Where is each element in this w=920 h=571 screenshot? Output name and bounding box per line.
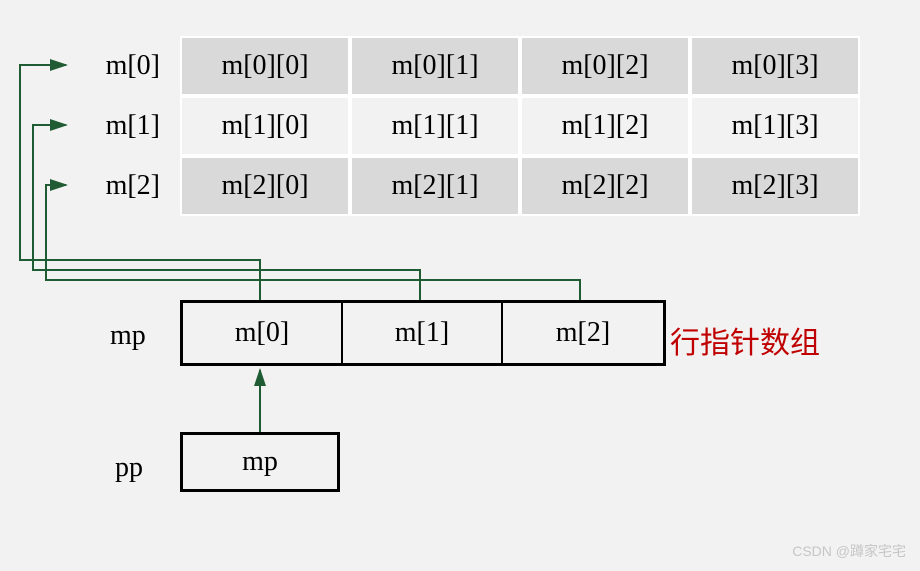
matrix-cell: m[1][3] (690, 96, 860, 156)
pp-box: mp (180, 432, 340, 492)
matrix-cell: m[0][2] (520, 36, 690, 96)
mp-cell: m[1] (343, 303, 503, 363)
row-label-1: m[1] (70, 110, 160, 142)
matrix-cell: m[1][2] (520, 96, 690, 156)
mp-array: m[0] m[1] m[2] (180, 300, 666, 366)
matrix-cell: m[2][1] (350, 156, 520, 216)
mp-cell: m[2] (503, 303, 663, 363)
matrix-cell: m[2][0] (180, 156, 350, 216)
annotation-label: 行指针数组 (670, 318, 820, 362)
row-label-2: m[2] (70, 170, 160, 202)
mp-label: mp (110, 320, 146, 352)
matrix-cell: m[0][3] (690, 36, 860, 96)
mp-cell: m[0] (183, 303, 343, 363)
matrix-cell: m[1][1] (350, 96, 520, 156)
matrix-cell: m[2][2] (520, 156, 690, 216)
pp-label: pp (115, 452, 143, 484)
matrix-cell: m[1][0] (180, 96, 350, 156)
matrix: m[0][0] m[0][1] m[0][2] m[0][3] m[1][0] … (180, 36, 860, 216)
matrix-row: m[0][0] m[0][1] m[0][2] m[0][3] (180, 36, 860, 96)
row-label-0: m[0] (70, 50, 160, 82)
matrix-row: m[1][0] m[1][1] m[1][2] m[1][3] (180, 96, 860, 156)
watermark: CSDN @蹲家宅宅 (792, 541, 906, 561)
matrix-cell: m[0][0] (180, 36, 350, 96)
matrix-row: m[2][0] m[2][1] m[2][2] m[2][3] (180, 156, 860, 216)
matrix-cell: m[0][1] (350, 36, 520, 96)
matrix-cell: m[2][3] (690, 156, 860, 216)
